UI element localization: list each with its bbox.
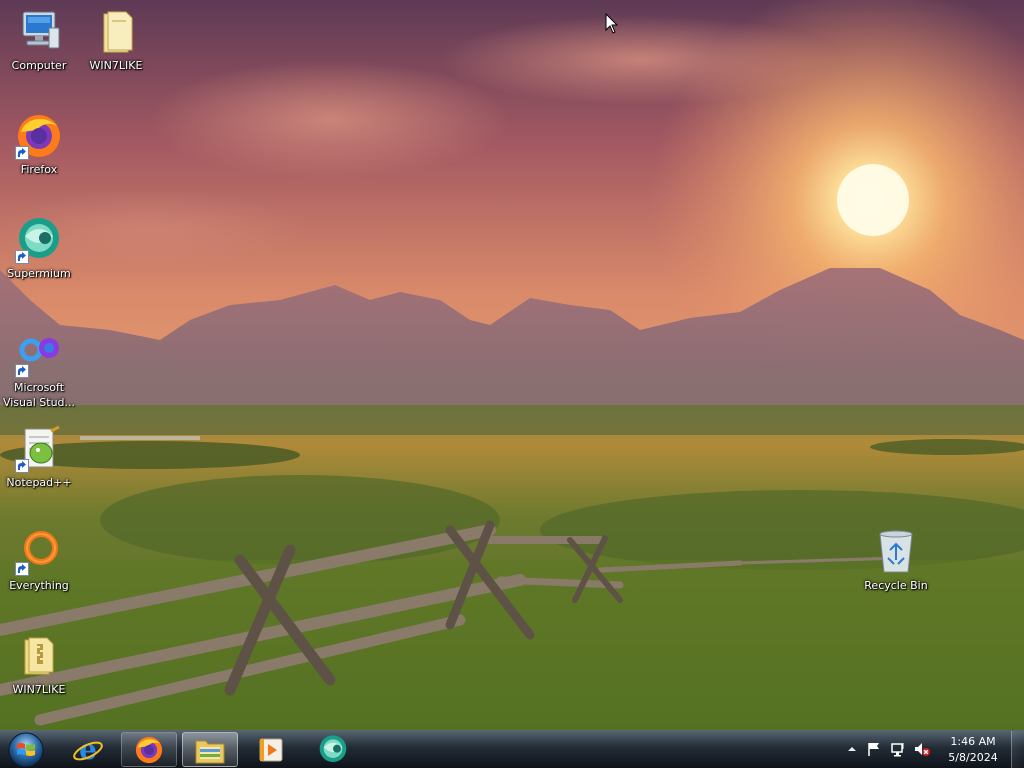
- notepad-plus-plus-icon: [15, 425, 63, 473]
- desktop-icon-label: Notepad++: [6, 476, 72, 489]
- mouse-cursor-icon: [605, 13, 619, 34]
- desktop-icon-label: Firefox: [20, 163, 58, 176]
- desktop-icon-label: Computer: [11, 59, 67, 72]
- clock-date: 5/8/2024: [948, 751, 998, 764]
- start-button[interactable]: [4, 731, 48, 768]
- taskbar-clock[interactable]: 1:46 AM 5/8/2024: [936, 734, 1010, 766]
- desktop-icon-label: WIN7LIKE: [89, 59, 143, 72]
- desktop-icon-visual-studio[interactable]: Microsoft Visual Stud...: [1, 330, 77, 410]
- visual-studio-icon: [15, 330, 63, 378]
- folder-icon: [92, 8, 140, 56]
- computer-icon: [15, 8, 63, 56]
- zip-folder-icon: [15, 632, 63, 680]
- desktop-icon-label: WIN7LIKE: [12, 683, 66, 696]
- taskbar: e 1:46 AM 5/8/2024: [0, 730, 1024, 768]
- everything-icon: [15, 528, 63, 576]
- desktop-icon-win7like-folder[interactable]: WIN7LIKE: [78, 8, 154, 73]
- media-player-icon: [259, 738, 283, 761]
- shortcut-arrow-icon: [15, 364, 29, 378]
- desktop-wallpaper: [0, 0, 1024, 730]
- file-explorer-icon: [195, 740, 225, 763]
- taskbar-supermium[interactable]: [305, 732, 361, 767]
- desktop-icon-label: Microsoft Visual Stud...: [2, 381, 76, 409]
- volume-muted-icon[interactable]: [914, 741, 930, 757]
- desktop-icon-win7like-zip[interactable]: WIN7LIKE: [1, 632, 77, 697]
- shortcut-arrow-icon: [15, 562, 29, 576]
- network-icon[interactable]: [890, 741, 906, 757]
- desktop-icon-computer[interactable]: Computer: [1, 8, 77, 73]
- desktop-icon-recycle-bin[interactable]: Recycle Bin: [858, 528, 934, 593]
- taskbar-file-explorer[interactable]: [182, 732, 238, 767]
- shortcut-arrow-icon: [15, 250, 29, 264]
- desktop-icon-firefox[interactable]: Firefox: [1, 112, 77, 177]
- internet-explorer-icon: e: [73, 734, 103, 766]
- taskbar-firefox[interactable]: [121, 732, 177, 767]
- desktop-icon-label: Everything: [9, 579, 69, 592]
- desktop-icon-supermium[interactable]: Supermium: [1, 216, 77, 281]
- desktop-icon-label: Recycle Bin: [864, 579, 928, 592]
- desktop-icon-label: Supermium: [7, 267, 71, 280]
- supermium-icon: [15, 216, 63, 264]
- svg-text:e: e: [79, 734, 97, 766]
- show-hidden-icons-chevron[interactable]: [844, 741, 860, 757]
- notification-area: [842, 731, 937, 768]
- desktop-icon-notepad-plus-plus[interactable]: Notepad++: [1, 425, 77, 490]
- windows-logo-icon: [8, 732, 44, 768]
- clock-time: 1:46 AM: [950, 735, 996, 748]
- show-desktop-button[interactable]: [1011, 731, 1024, 768]
- supermium-icon: [319, 734, 347, 762]
- shortcut-arrow-icon: [15, 146, 29, 160]
- shortcut-arrow-icon: [15, 459, 29, 473]
- taskbar-internet-explorer[interactable]: e: [60, 732, 116, 767]
- recycle-bin-icon: [872, 528, 920, 576]
- taskbar-media-player[interactable]: [243, 732, 299, 767]
- firefox-icon: [135, 736, 163, 763]
- action-center-flag-icon[interactable]: [866, 741, 882, 757]
- desktop-icon-everything[interactable]: Everything: [1, 528, 77, 593]
- firefox-icon: [15, 112, 63, 160]
